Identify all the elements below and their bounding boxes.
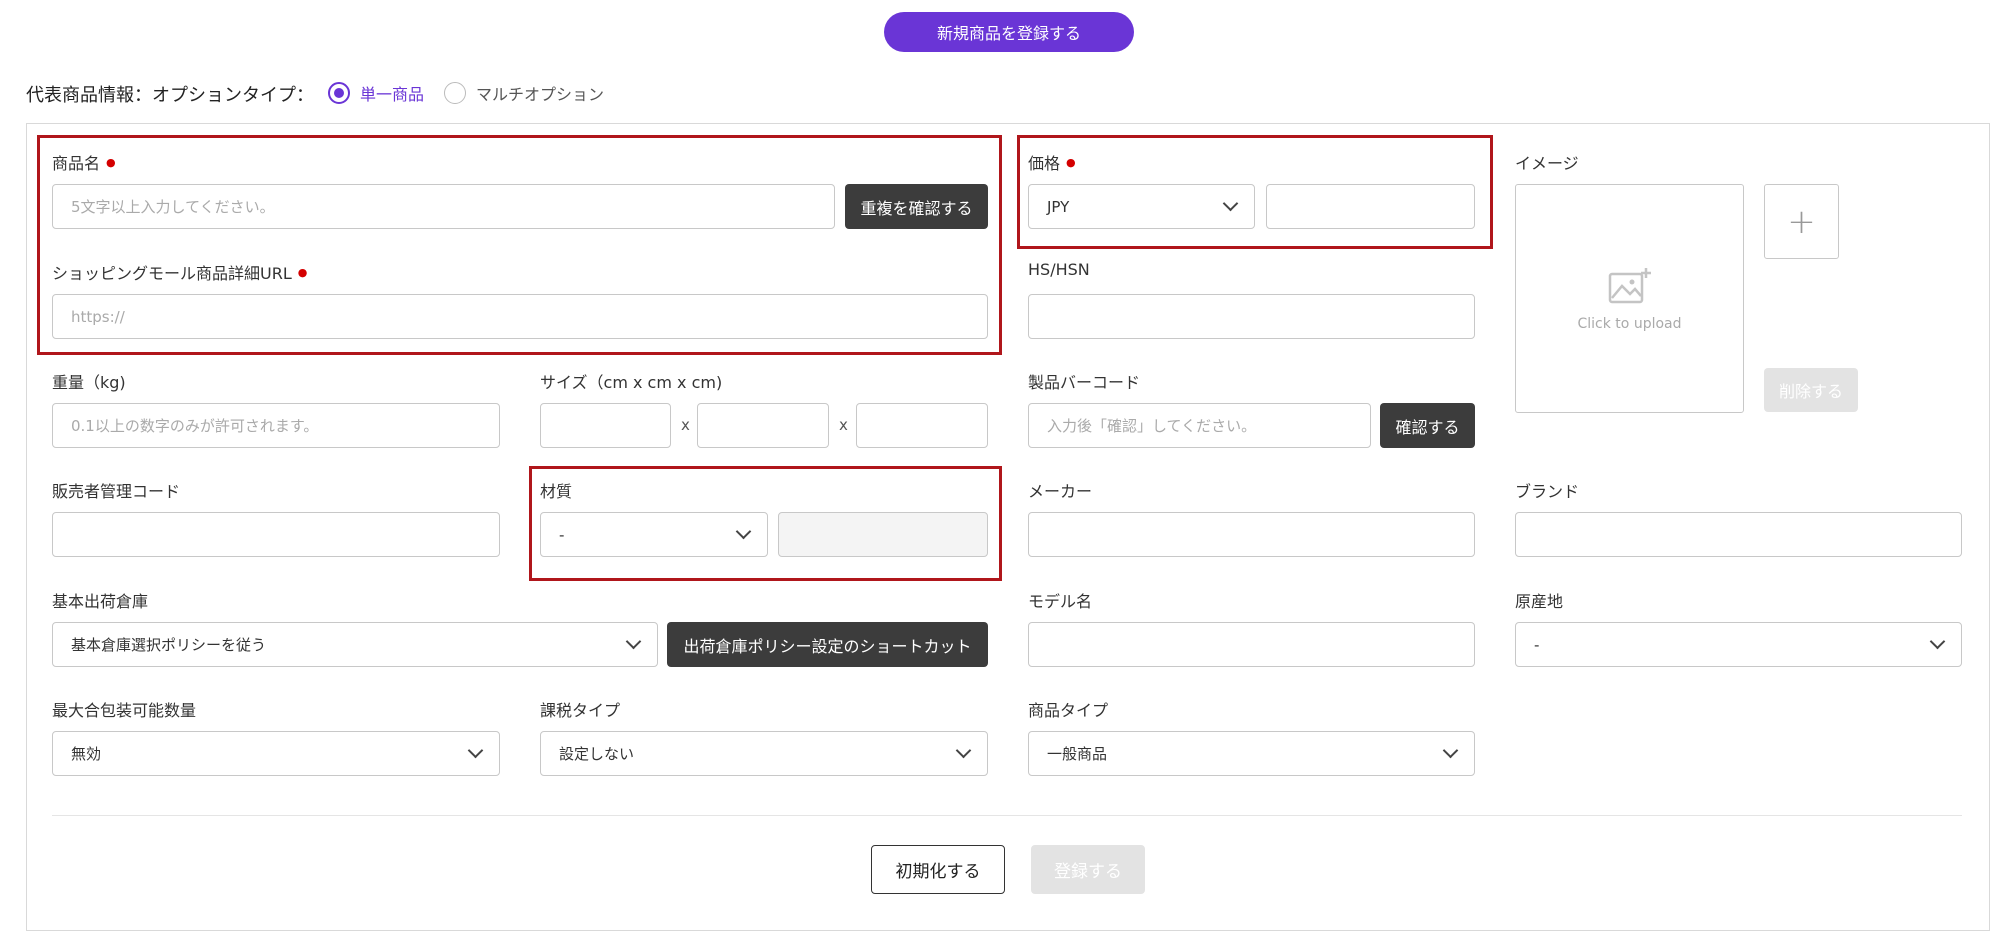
option-type-label: 代表商品情報：オプションタイプ： bbox=[26, 85, 314, 106]
size-height-input[interactable] bbox=[856, 403, 988, 448]
material-value: - bbox=[559, 525, 565, 544]
size-length-input[interactable] bbox=[540, 403, 671, 448]
origin-select[interactable]: - bbox=[1515, 622, 1962, 667]
warehouse-policy-shortcut-button[interactable]: 出荷倉庫ポリシー設定のショートカット bbox=[667, 622, 988, 667]
image-label: イメージ bbox=[1515, 154, 1579, 173]
reset-button[interactable]: 初期化する bbox=[871, 845, 1005, 894]
footer-divider bbox=[52, 815, 1962, 816]
barcode-input[interactable]: 入力後「確認」してください。 bbox=[1028, 403, 1371, 448]
size-label: サイズ（cm x cm x cm) bbox=[540, 373, 723, 392]
warehouse-select[interactable]: 基本倉庫選択ポリシーを従う bbox=[52, 622, 658, 667]
check-duplicate-button[interactable]: 重複を確認する bbox=[845, 184, 988, 229]
image-placeholder-icon bbox=[1608, 267, 1651, 303]
mall-url-input[interactable]: https:// bbox=[52, 294, 988, 339]
origin-value: - bbox=[1534, 635, 1540, 654]
product-name-input[interactable]: 5文字以上入力してください。 bbox=[52, 184, 835, 229]
currency-select[interactable]: JPY bbox=[1028, 184, 1255, 229]
origin-label: 原産地 bbox=[1515, 592, 1564, 611]
chevron-down-icon bbox=[1929, 633, 1946, 650]
register-new-product-button[interactable]: 新規商品を登録する bbox=[884, 12, 1134, 52]
tax-type-value: 設定しない bbox=[559, 745, 635, 763]
chevron-down-icon bbox=[625, 633, 642, 650]
chevron-down-icon bbox=[467, 742, 484, 759]
warehouse-value: 基本倉庫選択ポリシーを従う bbox=[71, 636, 267, 654]
image-upload-area[interactable]: Click to upload bbox=[1515, 184, 1744, 413]
tax-type-label: 課税タイプ bbox=[540, 701, 621, 720]
mall-url-label: ショッピングモール商品詳細URL bbox=[52, 260, 307, 284]
tax-type-select[interactable]: 設定しない bbox=[540, 731, 988, 776]
size-width-input[interactable] bbox=[697, 403, 829, 448]
chevron-down-icon bbox=[1442, 742, 1459, 759]
radio-multi-option-label[interactable]: マルチオプション bbox=[476, 81, 604, 105]
hs-hsn-label: HS/HSN bbox=[1028, 260, 1090, 279]
size-separator: x bbox=[681, 416, 690, 434]
material-select[interactable]: - bbox=[540, 512, 768, 557]
option-type-radio-group: 単一商品 マルチオプション bbox=[328, 81, 604, 105]
upload-text: Click to upload bbox=[1577, 315, 1682, 332]
radio-multi-option[interactable] bbox=[444, 82, 467, 104]
max-package-label: 最大合包装可能数量 bbox=[52, 701, 197, 720]
chevron-down-icon bbox=[955, 742, 972, 759]
brand-label: ブランド bbox=[1515, 482, 1580, 501]
weight-label: 重量（kg) bbox=[52, 373, 126, 392]
barcode-placeholder: 入力後「確認」してください。 bbox=[1047, 417, 1257, 435]
chevron-down-icon bbox=[735, 523, 752, 540]
warehouse-label: 基本出荷倉庫 bbox=[52, 592, 149, 611]
delete-image-button[interactable]: 削除する bbox=[1764, 368, 1858, 412]
weight-input[interactable]: 0.1以上の数字のみが許可されます。 bbox=[52, 403, 500, 448]
currency-value: JPY bbox=[1047, 197, 1070, 216]
product-name-placeholder: 5文字以上入力してください。 bbox=[71, 198, 275, 216]
maker-label: メーカー bbox=[1028, 482, 1093, 501]
model-name-input[interactable] bbox=[1028, 622, 1475, 667]
price-input[interactable] bbox=[1266, 184, 1475, 229]
mall-url-placeholder: https:// bbox=[71, 307, 125, 326]
add-image-button[interactable]: + bbox=[1764, 184, 1839, 259]
max-package-value: 無効 bbox=[71, 745, 102, 763]
product-type-label: 商品タイプ bbox=[1028, 701, 1109, 720]
product-type-value: 一般商品 bbox=[1047, 745, 1108, 763]
seller-code-input[interactable] bbox=[52, 512, 500, 557]
material-detail-input[interactable] bbox=[778, 512, 988, 557]
weight-placeholder: 0.1以上の数字のみが許可されます。 bbox=[71, 417, 319, 435]
size-separator: x bbox=[839, 416, 848, 434]
barcode-label: 製品バーコード bbox=[1028, 373, 1141, 392]
seller-code-label: 販売者管理コード bbox=[52, 482, 181, 501]
price-label: 価格 bbox=[1028, 150, 1076, 174]
radio-single-product[interactable] bbox=[328, 82, 350, 104]
material-label: 材質 bbox=[540, 482, 573, 501]
model-name-label: モデル名 bbox=[1028, 592, 1093, 611]
brand-input[interactable] bbox=[1515, 512, 1962, 557]
chevron-down-icon bbox=[1222, 195, 1239, 212]
submit-button[interactable]: 登録する bbox=[1031, 845, 1145, 894]
product-name-label: 商品名 bbox=[52, 150, 116, 174]
radio-single-product-label[interactable]: 単一商品 bbox=[360, 81, 424, 105]
max-package-select[interactable]: 無効 bbox=[52, 731, 500, 776]
hs-hsn-input[interactable] bbox=[1028, 294, 1475, 339]
barcode-confirm-button[interactable]: 確認する bbox=[1380, 403, 1475, 448]
product-type-select[interactable]: 一般商品 bbox=[1028, 731, 1475, 776]
maker-input[interactable] bbox=[1028, 512, 1475, 557]
